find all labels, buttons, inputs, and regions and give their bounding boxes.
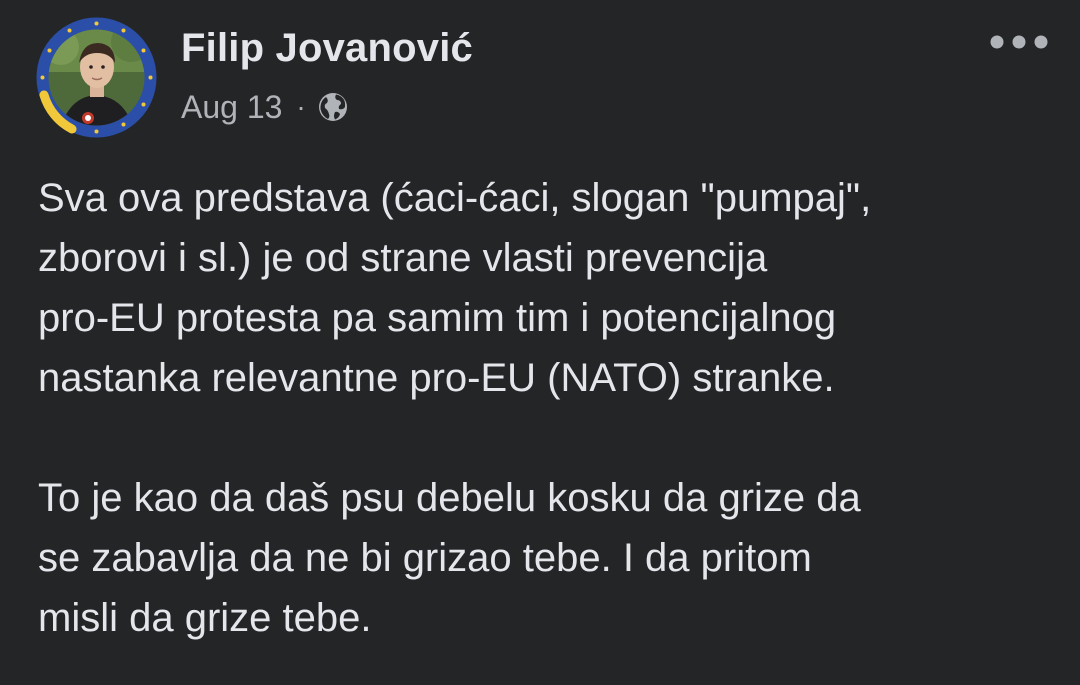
post-text-line: nastanka relevantne pro-EU (NATO) strank… — [38, 356, 835, 400]
post-text-line: Sva ova predstava (ćaci-ćaci, slogan "pu… — [38, 176, 872, 220]
more-options-icon — [990, 35, 1048, 49]
facebook-post: Filip Jovanović Aug 13 · Sva ova predsta… — [0, 0, 1080, 685]
post-text: Sva ova predstava (ćaci-ćaci, slogan "pu… — [38, 168, 1058, 648]
more-options-button[interactable] — [986, 26, 1052, 58]
meta-separator: · — [296, 91, 306, 122]
avatar-image — [36, 17, 157, 138]
post-text-line: pro-EU protesta pa samim tim i potencija… — [38, 296, 837, 340]
author-avatar[interactable] — [36, 17, 157, 138]
post-text-line: misli da grize tebe. — [38, 596, 372, 640]
post-meta: Aug 13 · — [181, 86, 349, 128]
post-text-line: To je kao da daš psu debelu kosku da gri… — [38, 476, 861, 520]
post-text-line: zborovi i sl.) je od strane vlasti preve… — [38, 236, 768, 280]
author-name[interactable]: Filip Jovanović — [181, 24, 473, 72]
post-text-line: se zabavlja da ne bi grizao tebe. I da p… — [38, 536, 812, 580]
globe-icon[interactable] — [317, 91, 349, 123]
post-date[interactable]: Aug 13 — [181, 86, 282, 128]
